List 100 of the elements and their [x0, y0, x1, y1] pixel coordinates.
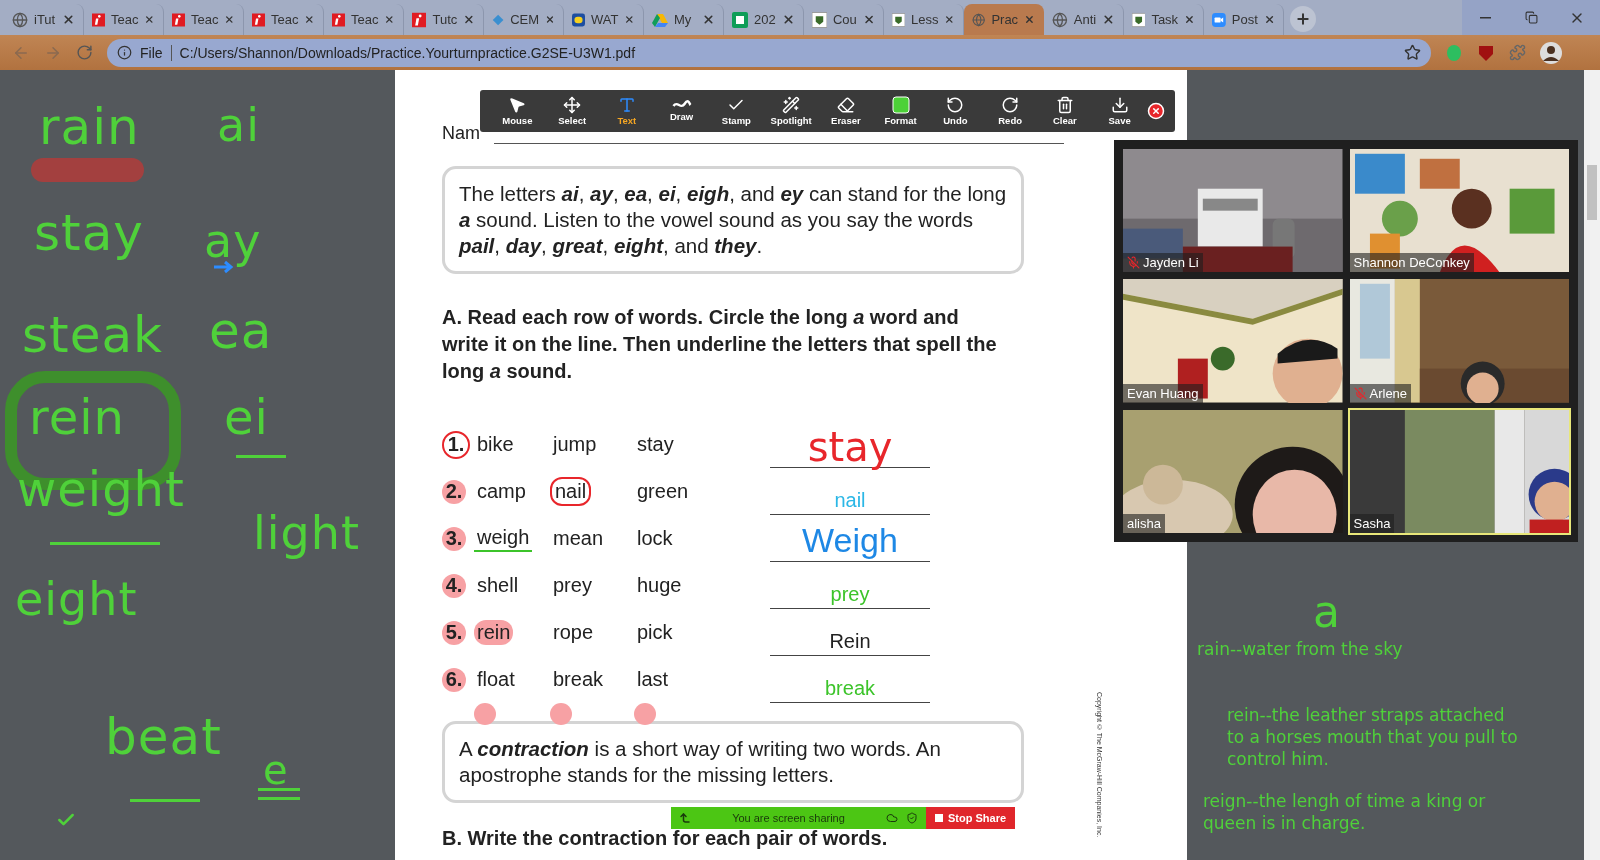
participant-name: alisha: [1127, 516, 1161, 531]
handwritten-word: ai: [217, 102, 260, 148]
plus-icon: [1295, 11, 1311, 27]
instructions-heading: A. Read each row of words. Circle the long a word and write it on the line. Then underline the letters that spell the long a sound.: [442, 305, 998, 384]
word-choice: rope: [552, 620, 595, 645]
handwritten-word: ei: [224, 393, 269, 441]
tool-button[interactable]: Draw: [654, 100, 709, 122]
close-icon[interactable]: [1102, 13, 1115, 26]
tool-button[interactable]: Eraser: [818, 96, 874, 126]
word-choice: nail: [550, 477, 592, 506]
squiggle-icon: [671, 100, 692, 110]
tool-button[interactable]: Text: [599, 96, 655, 126]
favicon-icon: [652, 11, 668, 28]
tool-button[interactable]: Undo: [928, 96, 983, 126]
word-choice: lock: [636, 526, 674, 551]
close-icon[interactable]: [1147, 102, 1165, 120]
participant-name: Jayden Li: [1143, 255, 1199, 271]
close-icon[interactable]: [702, 13, 715, 26]
close-icon[interactable]: [62, 13, 75, 26]
close-icon[interactable]: [782, 13, 795, 26]
pen-dot: [474, 703, 496, 725]
tool-button[interactable]: Select: [544, 96, 600, 126]
word-choice: break: [552, 667, 605, 692]
trash-icon: [1055, 96, 1074, 114]
participant-name: Shannon DeConkey: [1353, 255, 1470, 271]
word-choice: rein: [474, 620, 514, 645]
favicon-icon: [332, 11, 345, 28]
favicon-icon: [172, 11, 185, 28]
pointer-icon: [508, 96, 527, 114]
answer-text: nail: [834, 490, 866, 510]
arrow-icon[interactable]: [679, 812, 691, 824]
tool-button[interactable]: Redo: [982, 96, 1038, 126]
tool-button[interactable]: Save: [1092, 96, 1147, 126]
participant-name: Sasha: [1353, 516, 1391, 531]
word-choice: green: [636, 479, 690, 504]
tool-button[interactable]: Stamp: [709, 96, 764, 126]
handwritten-word: rein: [29, 393, 125, 441]
word-choice: camp: [476, 479, 527, 504]
close-icon[interactable]: [545, 13, 555, 26]
cloud-icon: [886, 812, 898, 824]
restore-icon: [1524, 11, 1538, 24]
close-icon[interactable]: [944, 13, 955, 26]
definition-note: reign--the lengh of time a king or queen is in charge.: [1203, 790, 1487, 834]
minimize-icon: [1479, 16, 1491, 19]
close-icon[interactable]: [224, 13, 235, 26]
section-heading: B. Write the contraction for each pair of words.: [442, 826, 889, 851]
favicon-icon: [892, 11, 905, 28]
word-choice: weigh: [474, 525, 533, 552]
handwritten-word: ea: [209, 306, 273, 356]
globe-icon: [972, 11, 986, 28]
sharing-status: You are screen sharing: [731, 812, 846, 824]
close-icon[interactable]: [1184, 13, 1195, 26]
word-choice: pick: [636, 620, 674, 645]
word-choice: jump: [551, 432, 598, 457]
handwritten-word: steak: [22, 310, 163, 360]
close-icon[interactable]: [144, 13, 155, 26]
row-number: 5.: [442, 620, 466, 645]
color-swatch-icon: [891, 96, 910, 114]
word-choice: shell: [476, 573, 520, 598]
underline-stroke: [236, 455, 286, 458]
underline-stroke: [130, 799, 200, 802]
save-icon: [1110, 96, 1129, 114]
favicon-icon: [412, 11, 427, 28]
redo-icon: [1001, 96, 1020, 114]
word-choice: last: [636, 667, 670, 692]
tool-button[interactable]: Spotlight: [763, 96, 819, 126]
eraser-icon: [836, 96, 855, 114]
close-icon[interactable]: [304, 13, 315, 26]
close-icon[interactable]: [463, 13, 475, 26]
move-icon: [563, 96, 582, 114]
row-number: 1.: [442, 430, 470, 459]
star-icon[interactable]: [1404, 44, 1421, 61]
scrollbar[interactable]: [1584, 70, 1600, 860]
avatar-icon[interactable]: [1540, 41, 1562, 64]
address-bar[interactable]: File C:/Users/Shannon/Downloads/Practice.Yourturnpractice.G2SE-U3W1.pdf: [107, 38, 1431, 67]
url-text: C:/Users/Shannon/Downloads/Practice.Yourturnpractice.G2SE-U3W1.pdf: [179, 44, 636, 61]
info-box: The letters ai, ay, ea, ei, eigh, and ey can stand for the long a sound. Listen to the vowel sound as you say the words pail, day, great, eight, and they.: [442, 166, 1024, 274]
row-number: 6.: [442, 667, 466, 692]
close-icon[interactable]: [624, 13, 635, 26]
stop-share-button[interactable]: Stop Share: [926, 807, 1016, 829]
name-label: Nam: [442, 123, 480, 144]
row-number: 3.: [442, 526, 466, 551]
answer-text: Rein: [829, 631, 871, 651]
new-tab-button[interactable]: [1290, 6, 1316, 32]
favicon-icon: [572, 11, 585, 28]
favicon-icon: [1132, 11, 1146, 28]
close-icon[interactable]: [862, 13, 875, 26]
scheme-label: File: [140, 44, 163, 61]
tool-button[interactable]: Mouse: [490, 96, 545, 126]
close-icon[interactable]: [384, 13, 395, 26]
handwritten-word: beat: [105, 712, 222, 762]
browser-tab[interactable]: Prac: [964, 4, 1044, 35]
favicon-icon: [812, 11, 827, 28]
shield-icon[interactable]: [1477, 43, 1495, 62]
word-choice: mean: [552, 526, 605, 551]
tool-button[interactable]: Format: [873, 96, 928, 126]
wand-icon: [782, 96, 801, 114]
tool-button[interactable]: Clear: [1037, 96, 1093, 126]
close-icon[interactable]: [1263, 13, 1275, 26]
answer-text: prey: [830, 584, 870, 604]
